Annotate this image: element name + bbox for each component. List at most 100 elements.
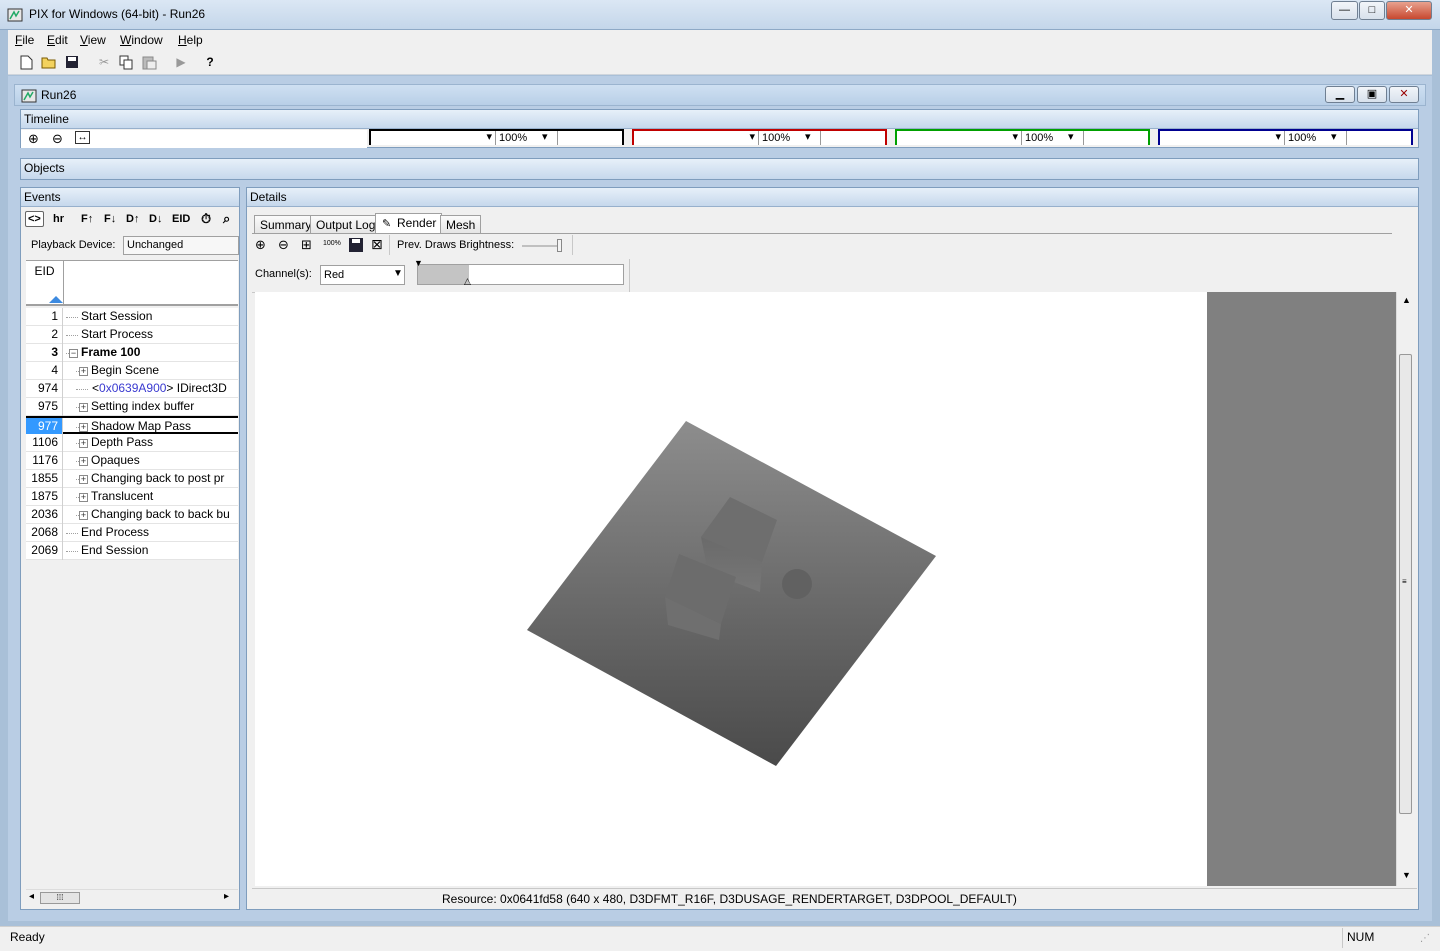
scroll-left-icon[interactable]: ◂ xyxy=(29,891,34,902)
brightness-slider-thumb[interactable] xyxy=(557,239,562,252)
collapse-icon[interactable]: − xyxy=(69,349,78,358)
menu-edit[interactable]: Edit xyxy=(47,33,68,47)
tab-summary[interactable]: Summary xyxy=(254,215,318,234)
fit-width-icon[interactable]: ↔ xyxy=(75,131,90,144)
range-max-marker-icon[interactable]: △ xyxy=(464,276,471,287)
child-window-titlebar: Run26 ▁ ▣ ✕ xyxy=(14,84,1426,106)
event-row[interactable]: 2068 End Process xyxy=(26,524,238,542)
help-icon[interactable]: ? xyxy=(202,54,218,70)
event-row[interactable]: 1106 + Depth Pass xyxy=(26,434,238,452)
events-hscrollbar[interactable]: ◂ ⁞⁞⁞ ▸ xyxy=(26,889,238,906)
event-row[interactable]: 977 + Shadow Map Pass xyxy=(26,416,238,436)
track-2-zoom-dropdown[interactable]: ▾ xyxy=(805,130,811,143)
menu-view[interactable]: View xyxy=(80,33,106,47)
brightness-slider-track[interactable] xyxy=(522,245,562,247)
prev-draw-button[interactable]: D↑ xyxy=(126,213,139,225)
tab-render[interactable]: ✎ Render xyxy=(375,213,443,234)
tab-output-log[interactable]: Output Log xyxy=(310,215,382,234)
grid-toggle-icon[interactable]: ⊠ xyxy=(371,236,383,253)
search-icon[interactable]: ⌕ xyxy=(223,211,230,227)
expand-icon[interactable]: + xyxy=(79,367,88,376)
event-row[interactable]: 2 Start Process xyxy=(26,326,238,344)
save-image-icon[interactable] xyxy=(349,238,363,252)
expand-icon[interactable]: + xyxy=(79,403,88,412)
event-row[interactable]: 1875 + Translucent xyxy=(26,488,238,506)
tree-connector xyxy=(66,335,78,336)
render-viewport[interactable] xyxy=(255,292,1207,886)
expand-icon[interactable]: + xyxy=(79,423,88,432)
event-row[interactable]: 3− Frame 100 xyxy=(26,344,238,362)
expand-icon[interactable]: + xyxy=(79,493,88,502)
expand-icon[interactable]: + xyxy=(79,457,88,466)
fit-to-window-icon[interactable]: ⊞ xyxy=(301,237,312,253)
event-row[interactable]: 2069 End Session xyxy=(26,542,238,560)
track-4-dropdown[interactable] xyxy=(1160,130,1285,145)
objects-header[interactable]: Objects xyxy=(21,159,1418,179)
tab-mesh[interactable]: Mesh xyxy=(440,215,482,234)
object-link[interactable]: 0x0639A900 xyxy=(99,381,166,395)
save-icon[interactable] xyxy=(64,54,80,70)
child-minimize-button[interactable]: ▁ xyxy=(1325,86,1355,103)
event-row[interactable]: 4 + Begin Scene xyxy=(26,362,238,380)
event-name: Begin Scene xyxy=(91,363,160,377)
paste-icon[interactable] xyxy=(141,54,157,70)
event-row[interactable]: 975 + Setting index buffer xyxy=(26,398,238,416)
range-min-marker-icon[interactable]: ▼ xyxy=(414,258,423,268)
zoom-out-icon[interactable]: ⊖ xyxy=(278,237,289,253)
hr-button[interactable]: hr xyxy=(53,213,64,225)
menu-file[interactable]: File xyxy=(15,33,34,47)
open-folder-icon[interactable] xyxy=(41,54,57,70)
track-1-dropdown[interactable] xyxy=(371,130,496,145)
track-3-zoom-dropdown[interactable]: ▾ xyxy=(1068,130,1074,143)
zoom-out-icon[interactable]: ⊖ xyxy=(52,131,63,147)
zoom-in-icon[interactable]: ⊕ xyxy=(28,131,39,147)
viewport-vscroll-thumb[interactable]: ≡ xyxy=(1399,354,1412,814)
scroll-up-icon[interactable]: ▲ xyxy=(1402,295,1411,305)
viewport-vscrollbar[interactable]: ▲ ≡ ▼ xyxy=(1396,292,1414,886)
event-row[interactable]: 1 Start Session xyxy=(26,308,238,326)
child-restore-button[interactable]: ▣ xyxy=(1357,86,1387,103)
resize-grip-icon[interactable]: ⋰ xyxy=(1420,933,1430,944)
menu-help[interactable]: Help xyxy=(178,33,203,47)
playback-device-select[interactable]: Unchanged xyxy=(123,236,239,255)
prev-frame-button[interactable]: F↑ xyxy=(81,213,93,225)
scroll-right-icon[interactable]: ▸ xyxy=(224,891,229,902)
minimize-button[interactable]: — xyxy=(1331,1,1358,20)
channel-range-bar[interactable]: ▼ △ xyxy=(414,258,624,287)
track-3-dropdown[interactable] xyxy=(897,130,1022,145)
event-name-prefix: < xyxy=(92,381,100,395)
stopwatch-icon[interactable]: ⏱ xyxy=(201,211,211,227)
child-close-button[interactable]: ✕ xyxy=(1389,86,1419,103)
expand-icon[interactable]: + xyxy=(79,511,88,520)
event-row[interactable]: 1855 + Changing back to post pr xyxy=(26,470,238,488)
events-hscroll-thumb[interactable]: ⁞⁞⁞ xyxy=(40,892,80,904)
event-name: Opaques xyxy=(91,453,140,467)
zoom-100-button[interactable]: 100% xyxy=(323,240,341,247)
scroll-down-icon[interactable]: ▼ xyxy=(1402,870,1411,880)
track-2-divider xyxy=(820,131,821,145)
event-row[interactable]: 974 <0x0639A900> IDirect3D xyxy=(26,380,238,398)
next-frame-button[interactable]: F↓ xyxy=(104,213,116,225)
menu-window[interactable]: Window xyxy=(120,33,163,47)
goto-eid-button[interactable]: EID xyxy=(172,213,190,225)
play-icon[interactable]: ▶ xyxy=(173,54,189,70)
events-toolbar: <> hr F↑ F↓ D↑ D↓ EID ⏱ ⌕ xyxy=(23,211,239,233)
event-row[interactable]: 1176 + Opaques xyxy=(26,452,238,470)
copy-icon[interactable] xyxy=(118,54,134,70)
channel-select[interactable]: Red ▼ xyxy=(320,265,405,285)
cut-icon[interactable]: ✂ xyxy=(96,54,112,70)
next-draw-button[interactable]: D↓ xyxy=(149,213,162,225)
expand-icon[interactable]: + xyxy=(79,439,88,448)
track-4-zoom-dropdown[interactable]: ▾ xyxy=(1331,130,1337,143)
event-eid: 4 xyxy=(26,362,63,380)
expand-icon[interactable]: + xyxy=(79,475,88,484)
event-row[interactable]: 2036 + Changing back to back bu xyxy=(26,506,238,524)
new-file-icon[interactable] xyxy=(18,54,34,70)
zoom-in-icon[interactable]: ⊕ xyxy=(255,237,266,253)
maximize-button[interactable]: □ xyxy=(1359,1,1385,20)
track-1-zoom-dropdown[interactable]: ▾ xyxy=(542,130,548,143)
close-button[interactable]: ✕ xyxy=(1386,1,1432,20)
track-2-dropdown[interactable] xyxy=(634,130,759,145)
event-eid: 1106 xyxy=(26,434,63,452)
toggle-brackets-button[interactable]: <> xyxy=(25,211,44,227)
